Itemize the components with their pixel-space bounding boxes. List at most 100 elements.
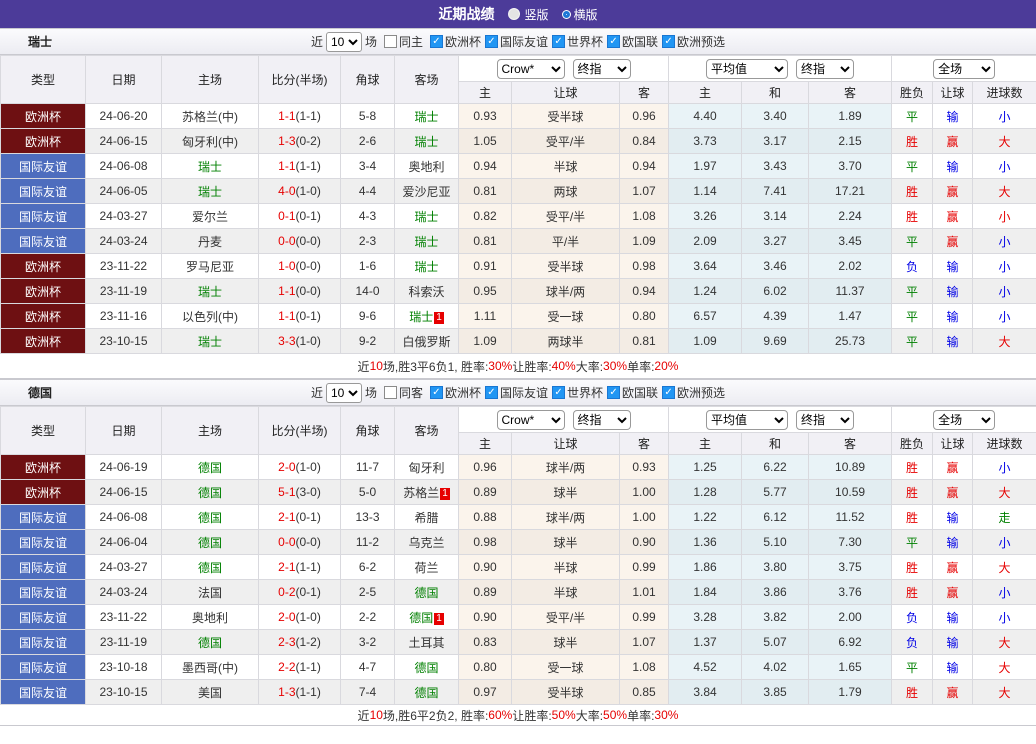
league-checkbox[interactable]: ✓ 欧国联: [607, 33, 658, 50]
red-card-badge: 1: [434, 612, 444, 625]
results-table: 类型 日期 主场 比分(半场) 角球 客场 Crow*终指 平均值终指 全场: [0, 55, 1036, 354]
fulltime-score: 5-1: [278, 485, 296, 499]
wdl-result-cell: 胜: [891, 579, 934, 605]
league-checkbox[interactable]: ✓ 国际友谊: [485, 33, 548, 50]
score-cell: 2-1(1-1): [258, 554, 341, 580]
match-count-select[interactable]: 10: [325, 382, 362, 403]
avg-time-select[interactable]: 终指: [796, 409, 855, 430]
handicap-result-cell: 输: [932, 654, 974, 680]
league-label: 欧洲杯: [444, 35, 481, 49]
goals-result-cell: 小: [972, 529, 1036, 555]
date-cell: 24-03-24: [85, 228, 162, 254]
checkbox-checked-icon: ✓: [429, 35, 443, 48]
avg-draw-cell: 3.86: [741, 579, 810, 605]
home-team-cell: 瑞士: [161, 178, 259, 204]
league-checkbox[interactable]: ✓ 欧洲预选: [662, 384, 725, 401]
avg-home-cell: 1.86: [668, 554, 743, 580]
away-team-cell: 瑞士 1: [394, 303, 459, 329]
league-filters: ✓ 欧洲杯 ✓ 国际友谊 ✓ 世界杯 ✓ 欧国联 ✓ 欧洲预选: [426, 33, 725, 50]
odds-home-cell: 0.98: [458, 529, 512, 555]
avg-away-cell: 11.37: [808, 278, 893, 304]
date-cell: 23-11-19: [85, 278, 162, 304]
date-cell: 23-10-15: [85, 328, 162, 354]
odds-company-select[interactable]: Crow*: [496, 409, 565, 430]
corner-cell: 2-5: [340, 579, 395, 605]
col-header-type: 类型: [0, 406, 86, 455]
sub-header-avg-home: 主: [668, 432, 743, 455]
odds-time-select[interactable]: 终指: [572, 58, 631, 79]
avg-draw-cell: 3.46: [741, 253, 810, 279]
league-checkbox[interactable]: ✓ 国际友谊: [485, 384, 548, 401]
goals-result-cell: 大: [972, 654, 1036, 680]
scope-select[interactable]: 全场: [933, 58, 996, 79]
league-type-cell: 欧洲杯: [0, 253, 86, 279]
checkbox-checked-icon: ✓: [662, 386, 676, 399]
radio-vertical-layout[interactable]: 竖版: [508, 6, 549, 23]
odds-selects-cell: Crow* 终指: [457, 406, 670, 433]
away-team-name: 希腊: [414, 510, 439, 525]
radio-horizontal-label: 横版: [573, 7, 598, 22]
handicap-result-cell: 赢: [932, 479, 974, 505]
avg-away-cell: 10.59: [808, 479, 893, 505]
avg-home-cell: 4.52: [668, 654, 743, 680]
match-count-select[interactable]: 10: [325, 31, 362, 52]
odds-company-select[interactable]: Crow*: [496, 58, 565, 79]
same-venue-checkbox[interactable]: 同主: [383, 33, 423, 50]
summary-text: 单率:: [627, 708, 655, 723]
match-row: 国际友谊 23-10-18 墨西哥(中) 2-2(1-1) 4-7 德国 0.80 受一球 1.…: [0, 654, 1036, 680]
league-checkbox[interactable]: ✓ 世界杯: [552, 384, 603, 401]
league-checkbox[interactable]: ✓ 世界杯: [552, 33, 603, 50]
match-row: 欧洲杯 24-06-19 德国 2-0(1-0) 11-7 匈牙利 0.96 球半/两 0.93…: [0, 454, 1036, 480]
odds-away-cell: 0.99: [618, 554, 670, 580]
radio-checked-icon: [562, 10, 570, 18]
league-checkbox[interactable]: ✓ 欧国联: [607, 384, 658, 401]
away-team-cell: 土耳其: [394, 629, 459, 655]
avg-away-cell: 3.75: [808, 554, 893, 580]
same-venue-label: 同主: [398, 35, 423, 49]
filter-bar: 近 10 场 同主 ✓ 欧洲杯 ✓ 国际友谊 ✓ 世界杯 ✓ 欧国联 ✓ 欧洲预选: [311, 31, 725, 52]
league-checkbox[interactable]: ✓ 欧洲杯: [429, 384, 481, 401]
league-checkbox[interactable]: ✓ 欧洲杯: [429, 33, 481, 50]
handicap-result-cell: 输: [932, 303, 974, 329]
wdl-result-cell: 负: [891, 253, 934, 279]
same-venue-checkbox[interactable]: 同客: [383, 384, 423, 401]
home-team-cell: 奥地利: [161, 604, 259, 630]
match-row: 国际友谊 24-06-08 德国 2-1(0-1) 13-3 希腊 0.88 球半/两 1.00…: [0, 504, 1036, 530]
home-team-name: 奥地利: [191, 610, 228, 625]
sub-header-handicap: 让球: [511, 432, 620, 455]
league-label: 欧洲杯: [444, 386, 481, 400]
avg-away-cell: 10.89: [808, 454, 893, 480]
avg-draw-cell: 3.17: [741, 128, 810, 154]
home-team-cell: 瑞士: [161, 278, 259, 304]
scope-select[interactable]: 全场: [933, 409, 996, 430]
avg-type-select[interactable]: 平均值: [706, 409, 789, 430]
avg-time-select[interactable]: 终指: [796, 58, 855, 79]
league-type-cell: 欧洲杯: [0, 103, 86, 129]
halftime-score: (0-2): [295, 134, 321, 148]
handicap-result-cell: 赢: [932, 228, 974, 254]
checkbox-empty-icon: [383, 35, 397, 48]
league-label: 国际友谊: [500, 35, 549, 49]
score-cell: 5-1(3-0): [258, 479, 341, 505]
avg-type-select[interactable]: 平均值: [706, 58, 789, 79]
score-cell: 0-2(0-1): [258, 579, 341, 605]
col-header-away: 客场: [394, 55, 459, 104]
league-checkbox[interactable]: ✓ 欧洲预选: [662, 33, 725, 50]
wdl-result-cell: 胜: [891, 454, 934, 480]
team-section-switzerland: 瑞士 近 10 场 同主 ✓ 欧洲杯 ✓ 国际友谊 ✓ 世界杯 ✓ 欧国联 ✓ 欧洲预选: [0, 28, 1036, 379]
avg-home-cell: 1.28: [668, 479, 743, 505]
away-team-name: 瑞士: [414, 109, 439, 124]
radio-horizontal-layout[interactable]: 横版: [562, 6, 598, 23]
handicap-result-cell: 输: [932, 604, 974, 630]
handicap-cell: 受半球: [511, 103, 620, 129]
avg-home-cell: 2.09: [668, 228, 743, 254]
odds-time-select[interactable]: 终指: [572, 409, 631, 430]
avg-draw-cell: 4.02: [741, 654, 810, 680]
summary-text: 场,胜6平2负2, 胜率:: [382, 708, 489, 723]
red-card-badge: 1: [440, 487, 450, 500]
match-row: 国际友谊 23-11-22 奥地利 2-0(1-0) 2-2 德国 1 0.90 受平/半 0.9…: [0, 604, 1036, 630]
results-tbody: 欧洲杯 24-06-20 苏格兰(中) 1-1(1-1) 5-8 瑞士 0.93 受半球 0.9…: [0, 103, 1036, 354]
match-row: 国际友谊 24-06-04 德国 0-0(0-0) 11-2 乌克兰 0.98 球半 0.90 1…: [0, 529, 1036, 555]
match-row: 国际友谊 24-03-27 爱尔兰 0-1(0-1) 4-3 瑞士 0.82 受平/半 1.08…: [0, 203, 1036, 229]
home-team-name: 罗马尼亚: [185, 259, 234, 274]
